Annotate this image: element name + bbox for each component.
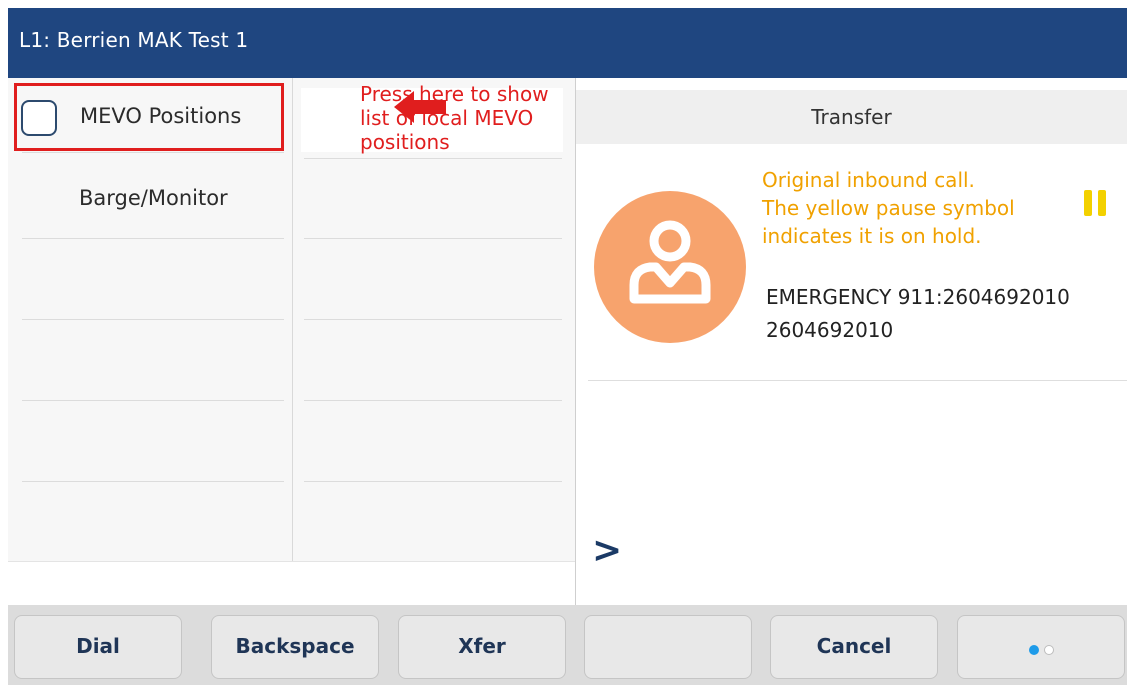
title-bar: L1: Berrien MAK Test 1	[8, 8, 1127, 78]
xfer-softkey[interactable]: Xfer	[398, 615, 566, 679]
row-divider	[22, 319, 284, 320]
caller-number: 2604692010	[766, 318, 894, 342]
empty-softkey[interactable]	[584, 615, 752, 679]
softkey-label: Dial	[76, 634, 120, 658]
softkey-bar: Dial Backspace Xfer Cancel	[8, 605, 1127, 685]
page-dot-active	[1029, 645, 1039, 655]
transfer-header: Transfer	[576, 90, 1127, 144]
softkey-label: Cancel	[816, 634, 892, 658]
row-divider	[304, 319, 562, 320]
hold-annotation-line: indicates it is on hold.	[762, 224, 982, 248]
more-softkey[interactable]	[957, 615, 1125, 679]
barge-monitor-button[interactable]: Barge/Monitor	[58, 172, 278, 228]
left-pane: MEVO Positions Barge/Monitor Press here …	[8, 78, 576, 606]
mevo-annotation: Press here to show list of local MEVO po…	[360, 82, 549, 154]
phone-screen: L1: Berrien MAK Test 1 MEVO Positions Ba…	[8, 8, 1127, 685]
checkbox-icon[interactable]	[21, 100, 57, 136]
transfer-title: Transfer	[811, 105, 892, 129]
caller-name: EMERGENCY 911:2604692010	[766, 285, 1070, 309]
row-divider	[304, 238, 562, 239]
row-divider	[22, 481, 284, 482]
hold-annotation: Original inbound call. The yellow pause …	[762, 166, 1015, 250]
call-divider	[588, 380, 1127, 381]
hold-annotation-line: The yellow pause symbol	[762, 196, 1015, 220]
call-panel: Transfer Original inbound call. The yell…	[576, 78, 1127, 605]
chevron-right-icon[interactable]: >	[592, 533, 622, 569]
mevo-positions-button[interactable]: MEVO Positions	[17, 90, 275, 146]
row-divider	[304, 158, 562, 159]
line-label: L1: Berrien MAK Test 1	[19, 28, 249, 52]
backspace-softkey[interactable]: Backspace	[211, 615, 379, 679]
softkey-label: Backspace	[235, 634, 355, 658]
page-dot-inactive	[1044, 645, 1054, 655]
softkey-label: Xfer	[458, 634, 506, 658]
row-divider	[22, 238, 284, 239]
person-icon	[594, 191, 746, 343]
left-footer	[8, 561, 576, 606]
row-divider	[22, 400, 284, 401]
left-arrow-icon	[394, 91, 446, 123]
row-divider	[22, 152, 284, 153]
hold-annotation-line: Original inbound call.	[762, 168, 975, 192]
pause-icon	[1079, 188, 1109, 218]
row-divider	[304, 400, 562, 401]
barge-monitor-label: Barge/Monitor	[79, 186, 228, 210]
row-divider	[304, 481, 562, 482]
mevo-positions-label: MEVO Positions	[80, 104, 242, 128]
cancel-softkey[interactable]: Cancel	[770, 615, 938, 679]
column-divider	[292, 78, 293, 561]
dial-softkey[interactable]: Dial	[14, 615, 182, 679]
